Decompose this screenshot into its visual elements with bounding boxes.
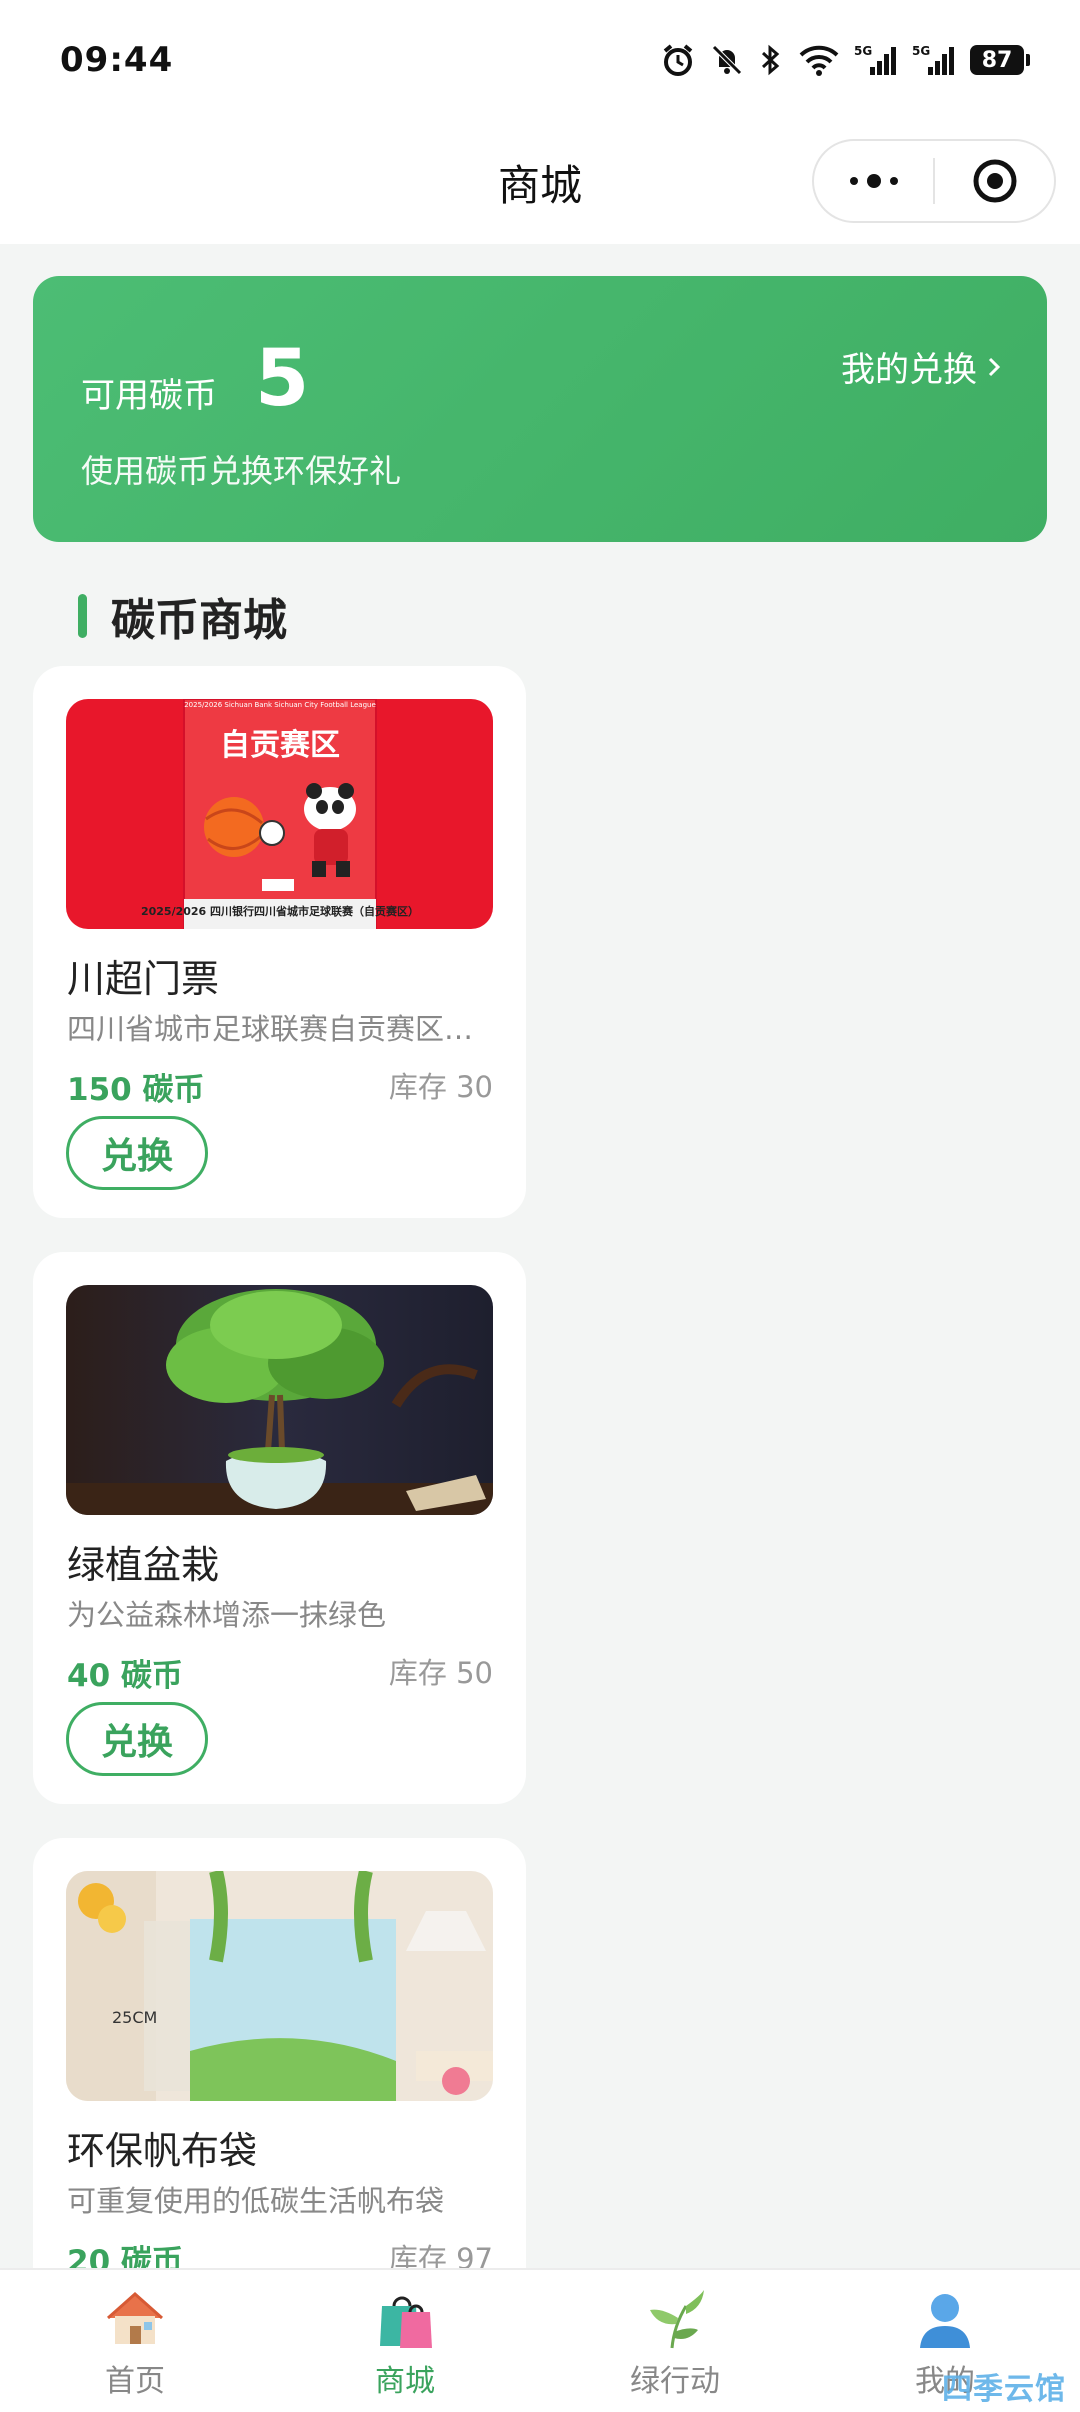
more-dots-icon <box>849 174 898 188</box>
product-card[interactable]: 2025/2026 Sichuan Bank Sichuan City Foot… <box>33 666 526 1218</box>
exchange-button[interactable]: 兑换 <box>66 1116 208 1190</box>
product-description: 可重复使用的低碳生活帆布袋 <box>67 2184 445 2218</box>
product-name: 环保帆布袋 <box>67 2129 258 2173</box>
product-stock: 库存 50 <box>388 1656 493 1690</box>
target-icon <box>973 159 1016 203</box>
watermark-logo: 四季云馆 <box>942 2372 1066 2407</box>
leaf-icon <box>650 2290 704 2349</box>
svg-text:5G: 5G <box>854 44 872 58</box>
bell-mute-icon <box>712 45 742 75</box>
battery-level: 87 <box>970 45 1024 75</box>
signal-5g-icon: 5G <box>854 44 896 75</box>
tab-label: 绿行动 <box>630 2364 720 2399</box>
tab-label: 首页 <box>105 2364 165 2399</box>
product-name: 绿植盆栽 <box>67 1543 220 1587</box>
status-icons: 5G 5G 87 <box>660 42 1030 78</box>
mini-program-capsule <box>812 139 1056 223</box>
house-icon <box>107 2291 163 2344</box>
status-time: 09:44 <box>60 40 174 80</box>
poster-league-text: 2025/2026 Sichuan Bank Sichuan City Foot… <box>184 701 376 709</box>
navigation-bar: 商城 <box>0 120 1080 244</box>
product-price: 150 碳币 <box>67 1072 205 1108</box>
balance-value: 5 <box>255 334 310 424</box>
status-bar: 09:44 5G 5G 87 <box>0 0 1080 120</box>
product-card[interactable]: 绿植盆栽 为公益森林增添一抹绿色 40 碳币 库存 50 兑换 <box>33 1252 526 1804</box>
poster-title: 自贡赛区 <box>220 728 340 763</box>
carbon-balance-banner: 可用碳币 5 使用碳币兑换环保好礼 我的兑换 <box>33 276 1047 542</box>
section-title: 碳币商城 <box>111 595 287 646</box>
product-image: 2025/2026 Sichuan Bank Sichuan City Foot… <box>66 699 493 929</box>
tab-green-action[interactable]: 绿行动 <box>540 2270 810 2412</box>
svg-text:5G: 5G <box>912 44 930 58</box>
wifi-icon <box>799 45 839 76</box>
battery-indicator: 87 <box>970 45 1030 75</box>
product-image <box>66 1285 493 1515</box>
balance-subtitle: 使用碳币兑换环保好礼 <box>81 452 402 490</box>
my-exchange-label: 我的兑换 <box>841 350 977 390</box>
close-program-button[interactable] <box>935 141 1054 221</box>
product-price: 40 碳币 <box>67 1658 183 1694</box>
balance-label: 可用碳币 <box>81 376 217 416</box>
more-button[interactable] <box>814 141 933 221</box>
shopping-bag-icon <box>380 2296 432 2348</box>
tab-home[interactable]: 首页 <box>0 2270 270 2412</box>
alarm-icon <box>663 44 693 76</box>
bag-size-label: 25CM <box>112 2008 157 2027</box>
product-description: 为公益森林增添一抹绿色 <box>67 1598 387 1632</box>
section-header: 碳币商城 <box>78 588 287 646</box>
user-icon <box>920 2294 970 2348</box>
product-name: 川超门票 <box>67 957 220 1001</box>
product-description: 四川省城市足球联赛自贡赛区… <box>67 1012 474 1046</box>
section-accent-bar <box>78 594 87 638</box>
tab-bar: 首页 商城 绿行动 我的 <box>0 2268 1080 2412</box>
my-exchange-link[interactable]: 我的兑换 <box>841 342 1001 391</box>
product-image: 25CM <box>66 1871 493 2101</box>
tab-shop[interactable]: 商城 <box>270 2270 540 2412</box>
chevron-right-icon <box>988 357 1001 376</box>
tab-label: 商城 <box>375 2364 435 2399</box>
exchange-button[interactable]: 兑换 <box>66 1702 208 1776</box>
bluetooth-icon <box>761 44 780 76</box>
signal-5g-icon: 5G <box>912 44 954 75</box>
product-stock: 库存 30 <box>388 1070 493 1104</box>
poster-caption: 2025/2026 四川银行四川省城市足球联赛（自贡赛区） <box>141 904 419 918</box>
